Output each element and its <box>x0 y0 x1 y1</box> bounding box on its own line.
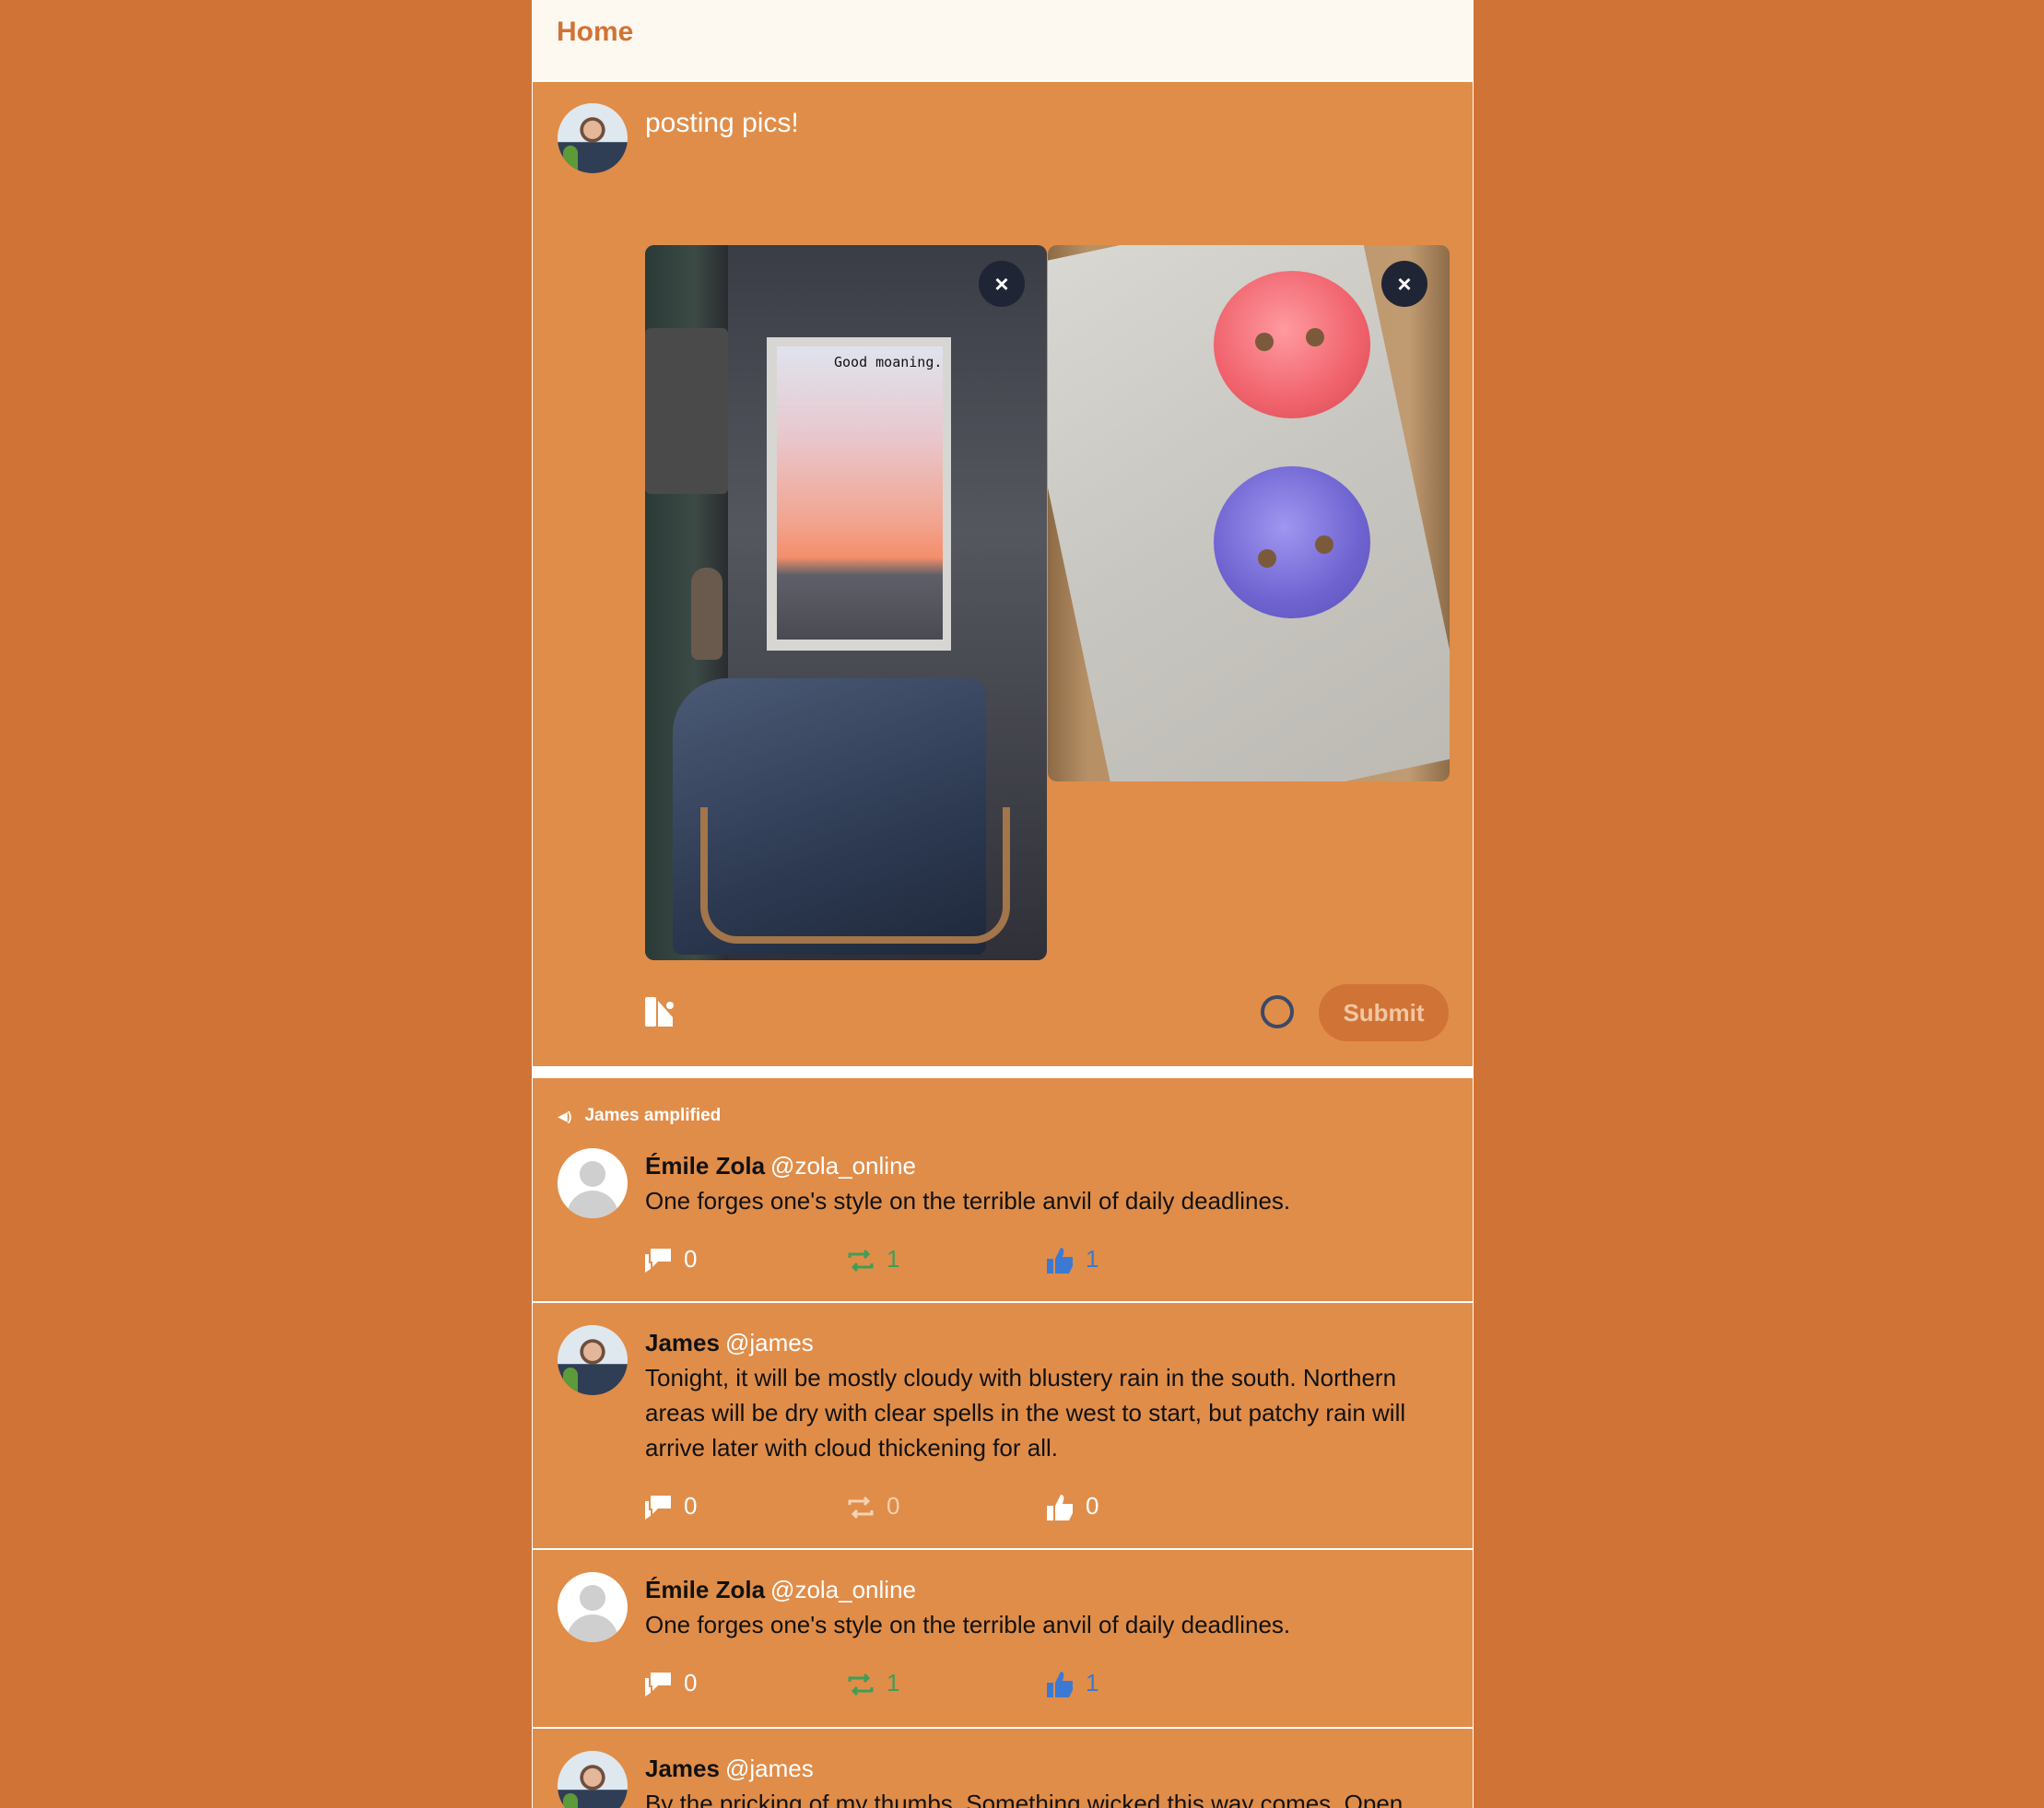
character-count-ring <box>1259 993 1296 1030</box>
post-item[interactable]: Émile Zola @zola_online One forges one's … <box>533 1550 1473 1727</box>
speaker-icon: ◀︎) <box>558 1109 572 1123</box>
repost-icon <box>848 1497 874 1520</box>
reply-button[interactable]: 0 <box>645 1491 697 1520</box>
post-author[interactable]: James @james <box>645 1755 814 1783</box>
post-text: One forges one's style on the terrible a… <box>645 1187 1291 1215</box>
timeline-column: Home posting pics! Good moaning. × × Sub… <box>532 0 1474 1808</box>
thumbs-up-icon <box>1047 1672 1073 1698</box>
reply-icon <box>645 1673 671 1697</box>
post-handle: @james <box>724 1755 814 1782</box>
post-item[interactable]: James @james Tonight, it will be mostly c… <box>533 1303 1473 1548</box>
avatar[interactable] <box>558 103 628 173</box>
avatar[interactable] <box>558 1751 628 1808</box>
reply-button[interactable]: 0 <box>645 1668 697 1697</box>
post-text: By the pricking of my thumbs. Something … <box>645 1790 1404 1808</box>
post-item[interactable]: James @james By the pricking of my thumbs… <box>533 1729 1473 1808</box>
submit-button[interactable]: Submit <box>1319 984 1449 1041</box>
post-handle: @james <box>724 1329 814 1356</box>
page-header: Home <box>532 0 1474 80</box>
thumbs-up-icon <box>1047 1248 1073 1274</box>
reply-icon <box>645 1496 671 1520</box>
repost-button[interactable]: 1 <box>848 1244 899 1274</box>
image-caption: Good moaning. <box>834 354 943 370</box>
post-composer: posting pics! Good moaning. × × Submit <box>533 82 1473 1066</box>
post-handle: @zola_online <box>770 1576 916 1603</box>
media-icon[interactable] <box>645 997 676 1027</box>
reply-button[interactable]: 0 <box>645 1244 697 1274</box>
post-handle: @zola_online <box>770 1152 916 1180</box>
page-title: Home <box>557 17 634 47</box>
like-button[interactable]: 1 <box>1047 1668 1098 1698</box>
post-text: Tonight, it will be mostly cloudy with b… <box>645 1364 1406 1462</box>
avatar[interactable] <box>558 1572 628 1642</box>
attached-image-sponges: × <box>1048 245 1450 781</box>
like-button[interactable]: 0 <box>1047 1491 1098 1521</box>
attached-image-window: Good moaning. × <box>645 245 1047 960</box>
amplified-label: ◀︎) James amplified <box>558 1106 722 1125</box>
repost-button[interactable]: 1 <box>848 1668 899 1697</box>
repost-icon <box>848 1673 874 1696</box>
reply-icon <box>645 1249 671 1274</box>
post-item[interactable]: ◀︎) James amplified Émile Zola @zola_onlin… <box>533 1078 1473 1301</box>
like-button[interactable]: 1 <box>1047 1244 1098 1274</box>
avatar[interactable] <box>558 1148 628 1218</box>
post-text: One forges one's style on the terrible a… <box>645 1611 1291 1638</box>
remove-image-button[interactable]: × <box>979 261 1025 307</box>
post-author[interactable]: Émile Zola @zola_online <box>645 1576 916 1604</box>
composer-input[interactable]: posting pics! <box>645 108 799 139</box>
post-author[interactable]: James @james <box>645 1329 814 1357</box>
post-author[interactable]: Émile Zola @zola_online <box>645 1152 916 1180</box>
avatar[interactable] <box>558 1325 628 1395</box>
thumbs-up-icon <box>1047 1495 1073 1521</box>
remove-image-button[interactable]: × <box>1381 261 1427 307</box>
repost-icon <box>848 1250 874 1273</box>
repost-button[interactable]: 0 <box>848 1491 899 1520</box>
